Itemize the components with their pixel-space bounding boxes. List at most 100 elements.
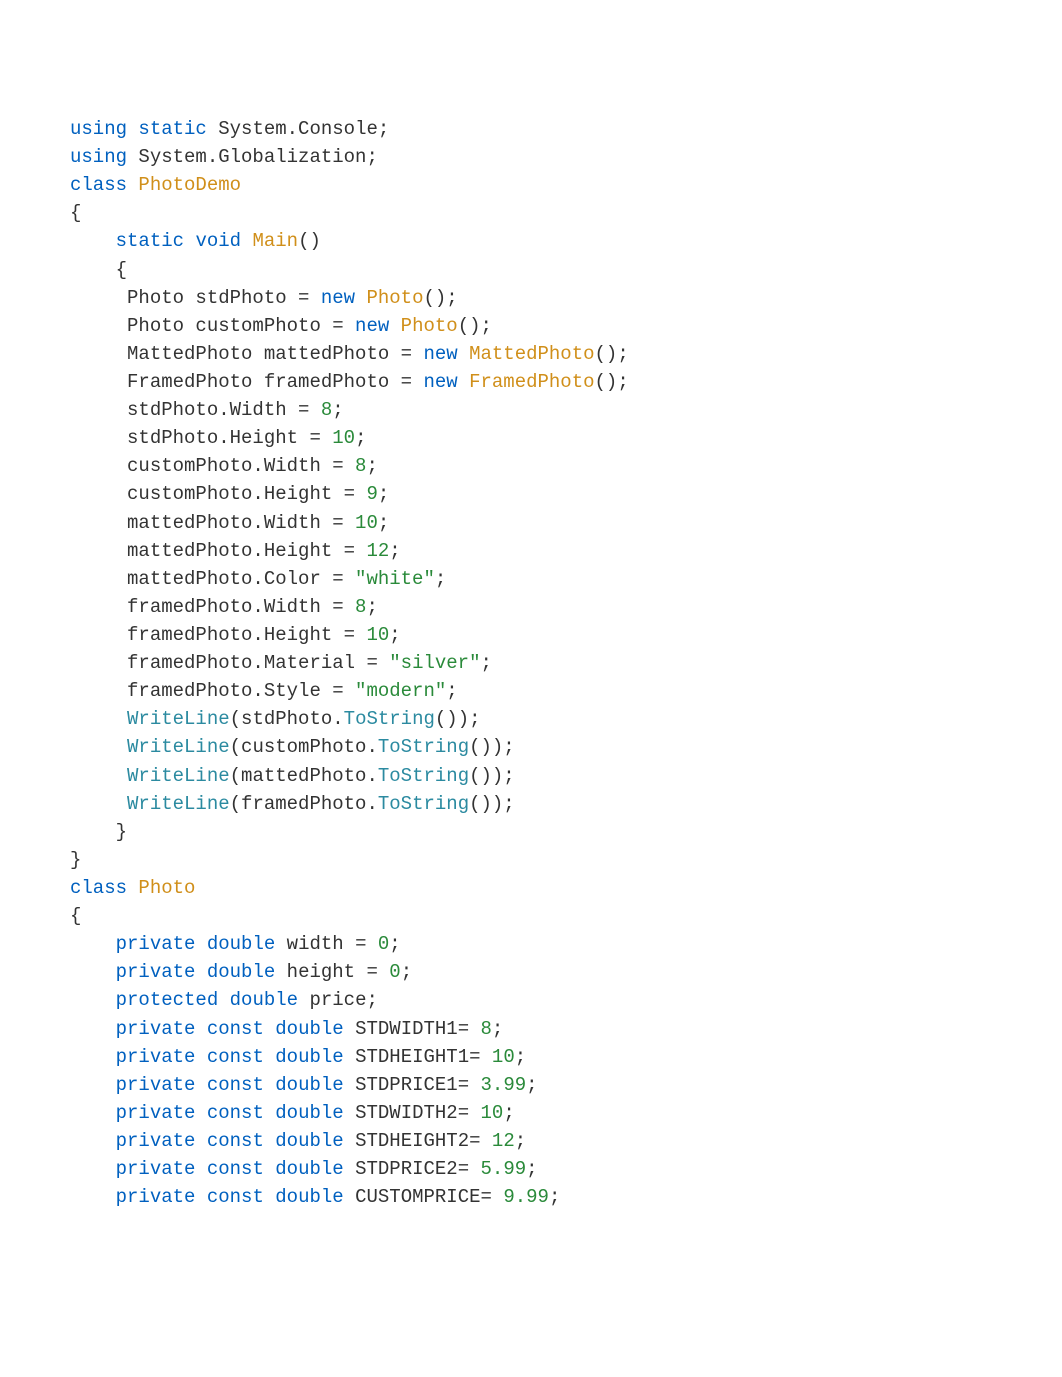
code-token: double xyxy=(275,1046,343,1068)
code-block: using static System.Console;using System… xyxy=(0,0,1062,1377)
code-line: WriteLine(customPhoto.ToString()); xyxy=(70,733,992,761)
code-token: stdPhoto.Height = xyxy=(70,427,332,449)
code-token xyxy=(195,1102,206,1124)
code-token: 8 xyxy=(321,399,332,421)
code-line: private double height = 0; xyxy=(70,958,992,986)
code-token: MattedPhoto mattedPhoto = xyxy=(70,343,423,365)
code-token: const xyxy=(207,1074,264,1096)
code-token: FramedPhoto xyxy=(469,371,594,393)
code-token: STDPRICE2= xyxy=(344,1158,481,1180)
code-line: customPhoto.Width = 8; xyxy=(70,452,992,480)
code-token: private xyxy=(116,933,196,955)
code-token: WriteLine xyxy=(127,793,230,815)
code-line: protected double price; xyxy=(70,986,992,1014)
code-token: class xyxy=(70,174,127,196)
code-line: using static System.Console; xyxy=(70,115,992,143)
code-token: Photo xyxy=(366,287,423,309)
code-token: const xyxy=(207,1102,264,1124)
code-token: customPhoto.Width = xyxy=(70,455,355,477)
code-token: private xyxy=(116,1186,196,1208)
code-token xyxy=(70,793,127,815)
code-token: private xyxy=(116,1102,196,1124)
code-line: stdPhoto.Height = 10; xyxy=(70,424,992,452)
code-token: FramedPhoto framedPhoto = xyxy=(70,371,423,393)
code-token xyxy=(264,1130,275,1152)
code-token: height = xyxy=(275,961,389,983)
code-token: ; xyxy=(389,933,400,955)
code-line: } xyxy=(70,846,992,874)
code-line: private const double CUSTOMPRICE= 9.99; xyxy=(70,1183,992,1211)
code-token: 0 xyxy=(389,961,400,983)
code-token: { xyxy=(70,202,81,224)
code-token xyxy=(195,1158,206,1180)
code-token: mattedPhoto.Width = xyxy=(70,512,355,534)
code-token xyxy=(195,933,206,955)
code-line: private const double STDWIDTH2= 10; xyxy=(70,1099,992,1127)
code-token: double xyxy=(275,1018,343,1040)
code-token xyxy=(70,1158,116,1180)
code-token: ; xyxy=(378,512,389,534)
code-token: (customPhoto. xyxy=(230,736,378,758)
code-token xyxy=(195,961,206,983)
code-token: 10 xyxy=(492,1046,515,1068)
code-token: 8 xyxy=(481,1018,492,1040)
code-line: class PhotoDemo xyxy=(70,171,992,199)
code-token: STDHEIGHT1= xyxy=(344,1046,492,1068)
code-token: 10 xyxy=(355,512,378,534)
code-token: double xyxy=(275,1186,343,1208)
code-token: (); xyxy=(423,287,457,309)
code-token: 9 xyxy=(366,483,377,505)
code-line: mattedPhoto.Height = 12; xyxy=(70,537,992,565)
code-line: FramedPhoto framedPhoto = new FramedPhot… xyxy=(70,368,992,396)
code-token: private xyxy=(116,961,196,983)
code-token: (); xyxy=(595,343,629,365)
code-token: ; xyxy=(355,427,366,449)
code-token xyxy=(355,287,366,309)
code-token: double xyxy=(230,989,298,1011)
code-token: (mattedPhoto. xyxy=(230,765,378,787)
code-token xyxy=(264,1018,275,1040)
code-line: WriteLine(stdPhoto.ToString()); xyxy=(70,705,992,733)
code-token: const xyxy=(207,1046,264,1068)
code-token xyxy=(458,343,469,365)
code-token: ; xyxy=(480,652,491,674)
code-token: PhotoDemo xyxy=(138,174,241,196)
code-token: new xyxy=(321,287,355,309)
code-token: using xyxy=(70,146,127,168)
code-token xyxy=(70,989,116,1011)
code-token: (); xyxy=(595,371,629,393)
code-token: ; xyxy=(515,1130,526,1152)
code-token xyxy=(70,736,127,758)
code-token: ; xyxy=(503,1102,514,1124)
code-token xyxy=(218,989,229,1011)
code-token: mattedPhoto.Color = xyxy=(70,568,355,590)
code-token: (stdPhoto. xyxy=(230,708,344,730)
code-token: "modern" xyxy=(355,680,446,702)
code-token: new xyxy=(355,315,389,337)
code-token: "white" xyxy=(355,568,435,590)
code-token: 8 xyxy=(355,596,366,618)
code-token: ToString xyxy=(378,793,469,815)
code-token xyxy=(195,1130,206,1152)
code-token: (framedPhoto. xyxy=(230,793,378,815)
code-token: (); xyxy=(458,315,492,337)
code-token: void xyxy=(195,230,241,252)
code-token xyxy=(264,1074,275,1096)
code-token xyxy=(70,765,127,787)
code-token: STDWIDTH1= xyxy=(344,1018,481,1040)
code-token xyxy=(70,1130,116,1152)
code-token: STDWIDTH2= xyxy=(344,1102,481,1124)
code-token: framedPhoto.Width = xyxy=(70,596,355,618)
code-token: customPhoto.Height = xyxy=(70,483,366,505)
code-token xyxy=(70,1046,116,1068)
code-token xyxy=(195,1046,206,1068)
code-token: const xyxy=(207,1130,264,1152)
code-token: ; xyxy=(526,1074,537,1096)
code-token: stdPhoto.Width = xyxy=(70,399,321,421)
code-line: static void Main() xyxy=(70,227,992,255)
code-line: private const double STDHEIGHT2= 12; xyxy=(70,1127,992,1155)
code-token: 5.99 xyxy=(481,1158,527,1180)
code-token xyxy=(184,230,195,252)
code-token: double xyxy=(275,1074,343,1096)
code-line: { xyxy=(70,256,992,284)
